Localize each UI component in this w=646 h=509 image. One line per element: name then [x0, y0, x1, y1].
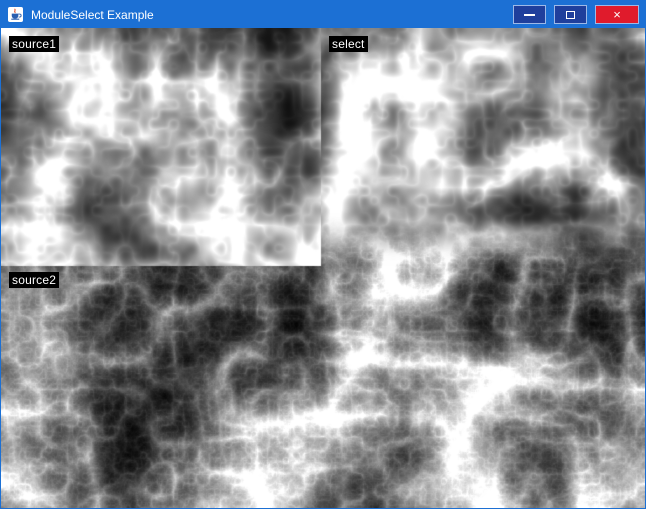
label-select: select: [329, 36, 368, 52]
titlebar[interactable]: ModuleSelect Example ×: [1, 1, 645, 28]
label-source1: source1: [9, 36, 59, 52]
noise-image: [1, 28, 645, 509]
window-title: ModuleSelect Example: [31, 8, 513, 22]
window-controls: ×: [513, 5, 639, 24]
app-window: ModuleSelect Example × source1 select so…: [0, 0, 646, 509]
noise-viewport: source1 select source2: [1, 28, 645, 509]
java-coffee-cup-icon: [8, 7, 23, 22]
minimize-button[interactable]: [513, 5, 546, 24]
maximize-icon: [566, 11, 575, 19]
label-source2: source2: [9, 272, 59, 288]
close-button[interactable]: ×: [595, 5, 639, 24]
minimize-icon: [524, 14, 535, 16]
maximize-button[interactable]: [554, 5, 587, 24]
close-icon: ×: [613, 8, 621, 21]
